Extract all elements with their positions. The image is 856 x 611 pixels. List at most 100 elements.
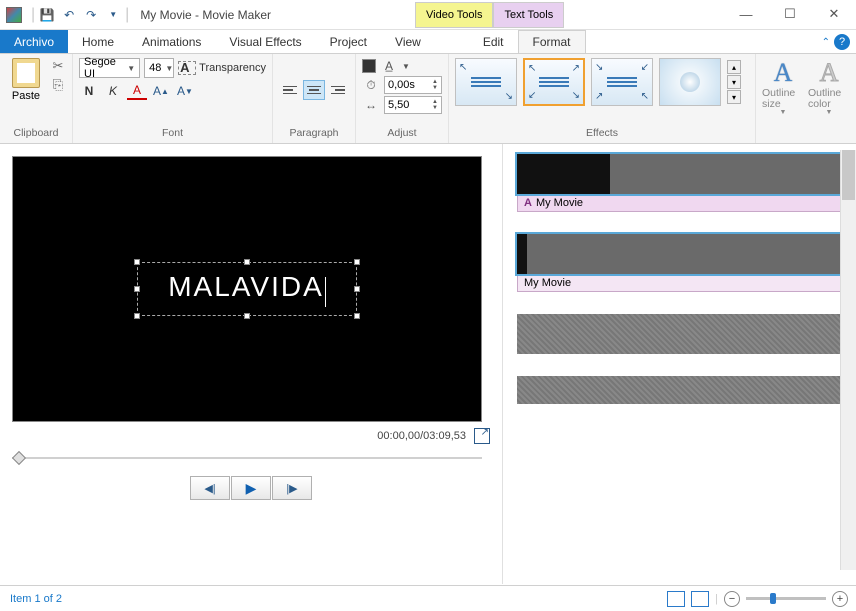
clip-2[interactable] xyxy=(517,234,850,274)
bold-button[interactable]: N xyxy=(79,82,99,100)
prev-frame-button[interactable]: ◀| xyxy=(190,476,230,500)
qat-dropdown-icon[interactable]: ▼ xyxy=(104,6,122,24)
group-font: Segoe UI▼ 48▼ Transparency N K A A▲ A▼ F… xyxy=(73,54,273,143)
paste-button[interactable]: Paste xyxy=(6,58,46,102)
effects-scroll: ▴ ▾ ▾ xyxy=(727,60,741,104)
preview-pane: MALAVIDA 00:00,00/03:09,53 ◀| ▶ |▶ xyxy=(0,144,502,584)
title-text[interactable]: MALAVIDA xyxy=(168,271,324,302)
outline-color-button[interactable]: A Outline color ▼ xyxy=(808,58,850,116)
timeline-scrollbar[interactable] xyxy=(840,150,856,570)
clip-row-2: My Movie xyxy=(517,234,850,292)
clip-2-caption[interactable]: My Movie xyxy=(517,274,850,292)
help-icon[interactable]: ? xyxy=(834,34,850,50)
zoom-in-button[interactable]: + xyxy=(832,591,848,607)
ribbon-tabs: Archivo Home Animations Visual Effects P… xyxy=(0,30,856,54)
fullscreen-icon[interactable] xyxy=(474,428,490,444)
effect-tile-1[interactable]: ↖↘ xyxy=(455,58,517,106)
window-controls: — ☐ ✕ xyxy=(724,0,856,28)
start-time-spinner[interactable]: 0,00s▲▼ xyxy=(384,76,442,94)
tab-visual-effects[interactable]: Visual Effects xyxy=(215,30,315,53)
view-mode-2[interactable] xyxy=(691,591,709,607)
titlebar: | 💾 ↶ ↷ ▼ | My Movie - Movie Maker Video… xyxy=(0,0,856,30)
app-icon xyxy=(6,7,22,23)
tab-animations[interactable]: Animations xyxy=(128,30,215,53)
tab-format[interactable]: Format xyxy=(518,30,586,53)
undo-icon[interactable]: ↶ xyxy=(60,6,78,24)
workspace: MALAVIDA 00:00,00/03:09,53 ◀| ▶ |▶ AMy M… xyxy=(0,144,856,584)
separator: | xyxy=(715,593,718,605)
paste-icon xyxy=(12,58,40,88)
title-text-box[interactable]: MALAVIDA xyxy=(137,262,357,316)
duration-icon: ↔ xyxy=(362,97,380,113)
tab-edit[interactable]: Edit xyxy=(469,30,518,53)
group-effects-label: Effects xyxy=(455,127,749,139)
effect-tile-4[interactable] xyxy=(659,58,721,106)
clip-row-4 xyxy=(517,376,850,404)
view-mode-1[interactable] xyxy=(667,591,685,607)
clip-1[interactable] xyxy=(517,154,850,194)
transparency-button[interactable]: Transparency xyxy=(178,61,266,75)
italic-button[interactable]: K xyxy=(103,82,123,100)
chevron-down-icon[interactable]: ▼ xyxy=(402,62,410,71)
shrink-font-button[interactable]: A▼ xyxy=(175,82,195,100)
group-clipboard: Paste ✂ ⎘ Clipboard xyxy=(0,54,73,143)
paste-label: Paste xyxy=(12,90,40,102)
copy-icon[interactable]: ⎘ xyxy=(50,77,66,93)
group-adjust: A̲ ▼ ⏱ 0,00s▲▼ ↔ 5,50▲▼ Adjust xyxy=(356,54,449,143)
effects-scroll-down[interactable]: ▾ xyxy=(727,75,741,89)
tab-view[interactable]: View xyxy=(381,30,435,53)
effect-tile-2[interactable]: ↖↗ ↙↘ xyxy=(523,58,585,106)
tab-home[interactable]: Home xyxy=(68,30,128,53)
outline-color-icon: A xyxy=(820,58,839,88)
zoom-out-button[interactable]: − xyxy=(724,591,740,607)
ribbon-collapse-icon[interactable]: ⌃ xyxy=(822,37,830,48)
bg-color-icon[interactable] xyxy=(362,59,376,73)
clip-row-1: AMy Movie xyxy=(517,154,850,212)
align-center-button[interactable] xyxy=(303,80,325,100)
effects-scroll-up[interactable]: ▴ xyxy=(727,60,741,74)
group-paragraph: Paragraph xyxy=(273,54,356,143)
redo-icon[interactable]: ↷ xyxy=(82,6,100,24)
font-size-combo[interactable]: 48▼ xyxy=(144,58,174,78)
tab-file[interactable]: Archivo xyxy=(0,30,68,53)
duration-spinner[interactable]: 5,50▲▼ xyxy=(384,96,442,114)
playback-controls: ◀| ▶ |▶ xyxy=(12,476,490,500)
outline-size-button[interactable]: A Outline size ▼ xyxy=(762,58,804,116)
contextual-tabs: Video Tools Text Tools xyxy=(415,2,564,28)
ribbon: Paste ✂ ⎘ Clipboard Segoe UI▼ 48▼ Transp… xyxy=(0,54,856,144)
transparency-icon xyxy=(178,61,196,75)
play-button[interactable]: ▶ xyxy=(231,476,271,500)
tab-project[interactable]: Project xyxy=(316,30,381,53)
close-button[interactable]: ✕ xyxy=(812,0,856,28)
zoom-slider[interactable] xyxy=(746,597,826,600)
save-icon[interactable]: 💾 xyxy=(38,6,56,24)
start-time-icon: ⏱ xyxy=(362,77,380,93)
seek-bar[interactable] xyxy=(12,450,482,466)
grow-font-button[interactable]: A▲ xyxy=(151,82,171,100)
clip-4[interactable] xyxy=(517,376,850,404)
clip-3[interactable] xyxy=(517,314,850,354)
clip-1-caption[interactable]: AMy Movie xyxy=(517,194,850,212)
group-clipboard-label: Clipboard xyxy=(6,127,66,139)
effects-more[interactable]: ▾ xyxy=(727,90,741,104)
group-adjust-label: Adjust xyxy=(362,127,442,139)
font-name-combo[interactable]: Segoe UI▼ xyxy=(79,58,140,78)
minimize-button[interactable]: — xyxy=(724,0,768,28)
next-frame-button[interactable]: |▶ xyxy=(272,476,312,500)
group-effects: ↖↘ ↖↗ ↙↘ ↘↙ ↗↖ ▴ ▾ ▾ Effects xyxy=(449,54,756,143)
quick-access-toolbar: 💾 ↶ ↷ ▼ xyxy=(38,6,122,24)
align-right-button[interactable] xyxy=(327,80,349,100)
group-paragraph-label: Paragraph xyxy=(279,127,349,139)
video-preview[interactable]: MALAVIDA xyxy=(12,156,482,422)
edit-text-icon[interactable]: A̲ xyxy=(380,58,398,74)
outline-size-icon: A xyxy=(774,58,793,88)
align-left-button[interactable] xyxy=(279,80,301,100)
font-color-button[interactable]: A xyxy=(127,82,147,100)
separator: | xyxy=(125,6,129,24)
cut-icon[interactable]: ✂ xyxy=(50,58,66,74)
video-tools-tab-header: Video Tools xyxy=(415,2,493,28)
maximize-button[interactable]: ☐ xyxy=(768,0,812,28)
timeline-pane: AMy Movie My Movie xyxy=(502,144,856,584)
timecode: 00:00,00/03:09,53 xyxy=(377,430,466,442)
effect-tile-3[interactable]: ↘↙ ↗↖ xyxy=(591,58,653,106)
